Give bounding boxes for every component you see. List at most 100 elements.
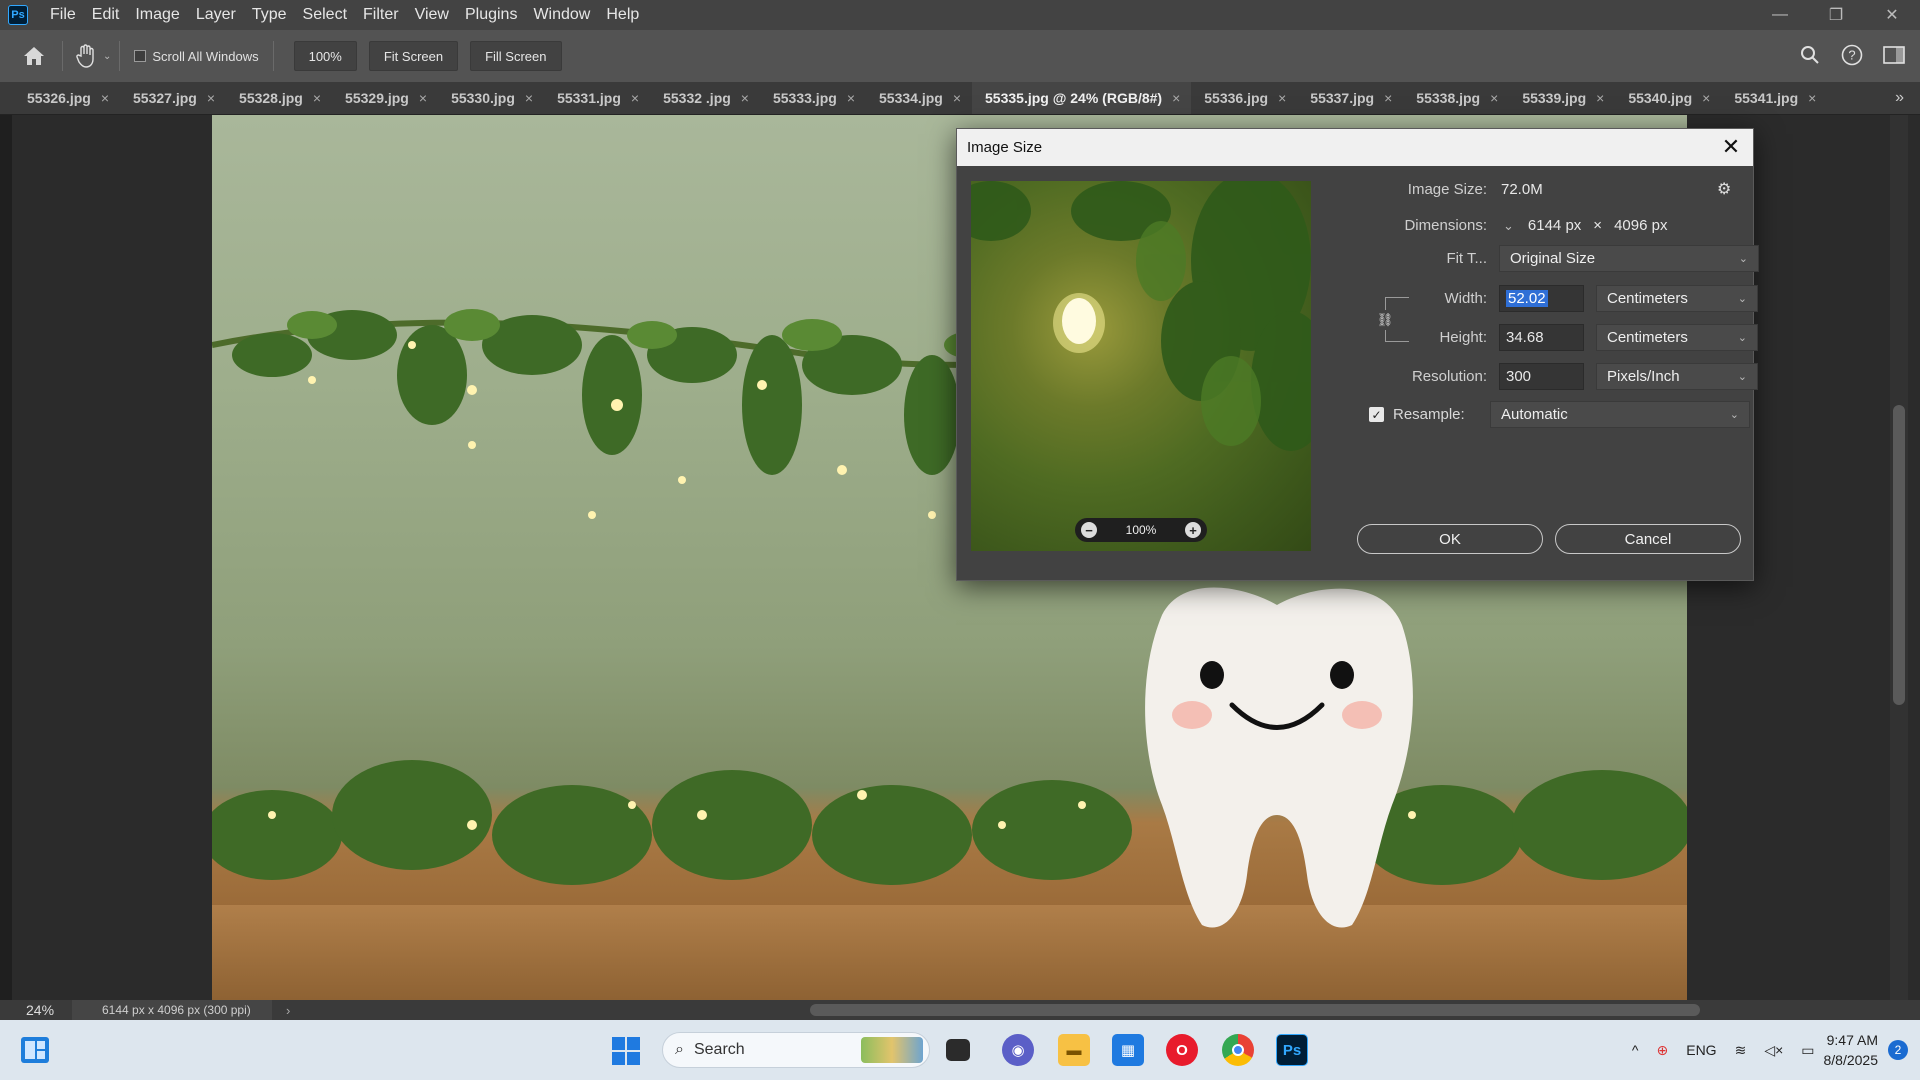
clock[interactable]: 9:47 AM 8/8/2025	[1824, 1030, 1879, 1070]
scrollbar-thumb[interactable]	[810, 1004, 1700, 1016]
tab-close-icon[interactable]: ×	[1278, 90, 1286, 106]
scroll-all-windows-checkbox[interactable]: Scroll All Windows	[134, 49, 259, 64]
tab-9[interactable]: 55334.jpg ×	[866, 82, 972, 114]
photoshop-taskbar-icon[interactable]: Ps	[1276, 1034, 1308, 1066]
horizontal-scrollbar[interactable]	[320, 1004, 1900, 1016]
chrome-icon[interactable]	[1222, 1034, 1254, 1066]
tab-12[interactable]: 55337.jpg ×	[1297, 82, 1403, 114]
menu-window[interactable]: Window	[525, 0, 598, 30]
home-icon[interactable]	[14, 36, 54, 76]
tab-close-icon[interactable]: ×	[1172, 90, 1180, 106]
zoom-in-icon[interactable]: +	[1184, 522, 1201, 538]
height-unit-select[interactable]: Centimeters ⌄	[1596, 324, 1758, 351]
tab-close-icon[interactable]: ×	[1702, 90, 1710, 106]
help-icon[interactable]: ?	[1838, 40, 1866, 70]
tab-1[interactable]: 55326.jpg ×	[14, 82, 120, 114]
windows-start-icon[interactable]	[611, 1036, 641, 1066]
volume-icon[interactable]: ◁×	[1764, 1042, 1783, 1059]
menu-select[interactable]: Select	[295, 0, 355, 30]
teams-icon[interactable]: ◉	[1002, 1034, 1034, 1066]
cancel-button[interactable]: Cancel	[1555, 524, 1741, 554]
opera-icon[interactable]: O	[1166, 1034, 1198, 1066]
photoshop-logo[interactable]: Ps	[8, 5, 28, 25]
tab-close-icon[interactable]: ×	[207, 90, 215, 106]
menu-type[interactable]: Type	[244, 0, 295, 30]
tab-close-icon[interactable]: ×	[953, 90, 961, 106]
microsoft-store-icon[interactable]: ▦	[1112, 1034, 1144, 1066]
menu-filter[interactable]: Filter	[355, 0, 407, 30]
close-window-icon[interactable]: ✕	[1864, 0, 1920, 30]
zoom-level[interactable]: 24%	[0, 1002, 72, 1018]
tab-5[interactable]: 55330.jpg ×	[438, 82, 544, 114]
workspace-icon[interactable]	[1880, 40, 1908, 70]
tab-close-icon[interactable]: ×	[847, 90, 855, 106]
menu-plugins[interactable]: Plugins	[457, 0, 525, 30]
more-tabs-icon[interactable]: »	[1895, 89, 1904, 107]
menu-image[interactable]: Image	[127, 0, 187, 30]
task-view-icon[interactable]	[946, 1039, 970, 1061]
chevron-right-icon[interactable]: ›	[286, 1003, 290, 1018]
tab-close-icon[interactable]: ×	[101, 90, 109, 106]
dimensions-chevron-icon[interactable]: ⌄	[1503, 218, 1514, 234]
fit-to-select[interactable]: Original Size ⌄	[1499, 245, 1759, 272]
tab-close-icon[interactable]: ×	[419, 90, 427, 106]
tab-11[interactable]: 55336.jpg ×	[1191, 82, 1297, 114]
image-preview[interactable]: − 100% +	[971, 181, 1311, 551]
tab-13[interactable]: 55338.jpg ×	[1403, 82, 1509, 114]
tab-10[interactable]: 55335.jpg @ 24% (RGB/8#) ×	[972, 82, 1192, 114]
tab-14[interactable]: 55339.jpg ×	[1509, 82, 1615, 114]
chevron-down-icon[interactable]: ⌄	[103, 51, 111, 62]
zoom-out-icon[interactable]: −	[1081, 522, 1097, 538]
tab-close-icon[interactable]: ×	[1384, 90, 1392, 106]
menu-edit[interactable]: Edit	[84, 0, 128, 30]
menu-file[interactable]: File	[42, 0, 84, 30]
search-icon[interactable]	[1796, 40, 1824, 70]
tab-close-icon[interactable]: ×	[631, 90, 639, 106]
checkbox[interactable]	[134, 50, 147, 62]
menu-view[interactable]: View	[407, 0, 457, 30]
tab-close-icon[interactable]: ×	[1596, 90, 1604, 106]
taskbar-search[interactable]: ⌕ Search	[662, 1032, 930, 1068]
tab-close-icon[interactable]: ×	[525, 90, 533, 106]
tab-16[interactable]: 55341.jpg ×	[1721, 82, 1827, 114]
chevron-up-icon[interactable]: ^	[1632, 1042, 1639, 1058]
wifi-icon[interactable]: ≋	[1735, 1042, 1747, 1059]
hand-tool-icon[interactable]	[71, 36, 101, 76]
fit-screen-button[interactable]: Fit Screen	[368, 41, 459, 71]
fill-screen-button[interactable]: Fill Screen	[470, 41, 562, 71]
tab-3[interactable]: 55328.jpg ×	[226, 82, 332, 114]
zoom-100-button[interactable]: 100%	[293, 41, 357, 71]
resolution-input[interactable]: 300	[1499, 363, 1584, 390]
tab-7[interactable]: 55332 .jpg ×	[650, 82, 760, 114]
tab-15[interactable]: 55340.jpg ×	[1615, 82, 1721, 114]
width-input[interactable]: 52.02	[1499, 285, 1584, 312]
notification-badge[interactable]: 2	[1888, 1040, 1908, 1060]
vertical-scrollbar[interactable]	[1890, 115, 1908, 1000]
tab-close-icon[interactable]: ×	[313, 90, 321, 106]
tab-2[interactable]: 55327.jpg ×	[120, 82, 226, 114]
file-explorer-icon[interactable]: ▬	[1058, 1034, 1090, 1066]
ok-button[interactable]: OK	[1357, 524, 1543, 554]
tab-6[interactable]: 55331.jpg ×	[544, 82, 650, 114]
restore-icon[interactable]: ❐	[1808, 0, 1864, 30]
tab-close-icon[interactable]: ×	[1490, 90, 1498, 106]
tab-8[interactable]: 55333.jpg ×	[760, 82, 866, 114]
tab-close-icon[interactable]: ×	[741, 90, 749, 106]
battery-icon[interactable]: ▭	[1801, 1042, 1814, 1059]
resolution-unit-select[interactable]: Pixels/Inch ⌄	[1596, 363, 1758, 390]
dialog-titlebar[interactable]: Image Size ✕	[957, 129, 1753, 166]
widgets-icon[interactable]	[20, 1036, 50, 1064]
height-input[interactable]: 34.68	[1499, 324, 1584, 351]
language-indicator[interactable]: ENG	[1686, 1042, 1716, 1058]
tab-close-icon[interactable]: ×	[1808, 90, 1816, 106]
settings-gear-icon[interactable]: ⚙	[1717, 179, 1731, 199]
chain-link-icon[interactable]: ⛓	[1377, 310, 1393, 330]
resample-checkbox[interactable]: ✓	[1369, 407, 1384, 422]
resample-select[interactable]: Automatic ⌄	[1490, 401, 1750, 428]
tab-4[interactable]: 55329.jpg ×	[332, 82, 438, 114]
menu-layer[interactable]: Layer	[188, 0, 244, 30]
close-icon[interactable]: ✕	[1717, 133, 1745, 161]
width-unit-select[interactable]: Centimeters ⌄	[1596, 285, 1758, 312]
network-globe-icon[interactable]: ⊕	[1657, 1042, 1669, 1059]
scrollbar-thumb[interactable]	[1893, 405, 1905, 705]
